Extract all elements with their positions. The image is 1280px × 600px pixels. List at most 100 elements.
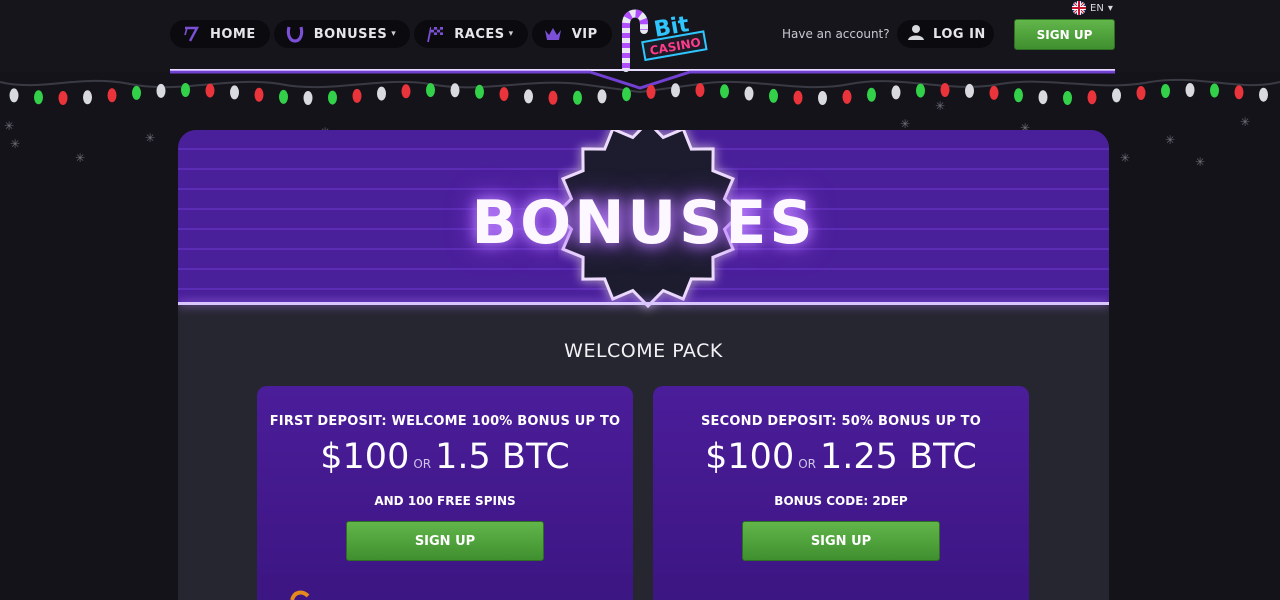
light-bulb bbox=[1185, 83, 1195, 97]
svg-text:✳: ✳ bbox=[1195, 155, 1205, 169]
svg-text:✳: ✳ bbox=[1165, 133, 1175, 147]
card-heading: FIRST DEPOSIT: WELCOME 100% BONUS UP TO bbox=[269, 414, 621, 429]
light-bulb bbox=[426, 83, 435, 98]
card-amount: $100 OR 1.5 BTC bbox=[257, 437, 633, 477]
nav-bonuses-label: BONUSES bbox=[313, 26, 388, 42]
svg-text:✳: ✳ bbox=[1120, 151, 1130, 165]
bonuses-panel: BONUSES WELCOME PACK FIRST DEPOSIT: WELC… bbox=[178, 130, 1109, 600]
light-bulb bbox=[842, 89, 852, 104]
bonus-card-first-deposit: FIRST DEPOSIT: WELCOME 100% BONUS UP TO … bbox=[257, 386, 633, 600]
light-bulb bbox=[940, 83, 950, 97]
nav-home[interactable]: HOME bbox=[170, 20, 270, 48]
nav-races-label: RACES bbox=[454, 26, 505, 42]
amount-crypto: 1.5 BTC bbox=[435, 437, 570, 477]
light-bulb bbox=[83, 90, 92, 105]
language-label: EN bbox=[1090, 2, 1104, 14]
main-nav: HOME BONUSES ▾ RACES ▾ VIP bbox=[170, 20, 612, 48]
chevron-down-icon: ▾ bbox=[508, 29, 514, 39]
nav-races[interactable]: RACES ▾ bbox=[414, 20, 528, 48]
login-label: LOG IN bbox=[933, 26, 986, 42]
amount-fiat: $100 bbox=[705, 437, 795, 477]
light-bulb bbox=[132, 85, 141, 100]
light-bulb bbox=[989, 85, 999, 100]
light-bulb bbox=[230, 85, 239, 100]
light-bulb bbox=[867, 87, 876, 102]
nav-bonuses[interactable]: BONUSES ▾ bbox=[273, 20, 411, 48]
bonus-card-second-deposit: SECOND DEPOSIT: 50% BONUS UP TO $100 OR 1.… bbox=[653, 386, 1029, 600]
uk-flag-icon bbox=[1072, 1, 1086, 15]
amount-crypto: 1.25 BTC bbox=[820, 437, 977, 477]
language-selector[interactable]: EN ▾ bbox=[1072, 1, 1113, 15]
card-signup-button[interactable]: SIGN UP bbox=[346, 521, 544, 561]
light-bulb bbox=[499, 87, 509, 102]
light-bulb bbox=[965, 83, 974, 98]
svg-text:✳: ✳ bbox=[1240, 115, 1250, 129]
amount-or: OR bbox=[798, 457, 817, 471]
card-subtext: BONUS CODE: 2DEP bbox=[774, 494, 908, 508]
light-bulb bbox=[646, 84, 656, 99]
light-bulb bbox=[34, 90, 43, 105]
chevron-down-icon: ▾ bbox=[1107, 2, 1113, 14]
nav-vip[interactable]: VIP bbox=[531, 20, 612, 48]
header-signup-button[interactable]: SIGN UP bbox=[1014, 19, 1115, 50]
light-bulb bbox=[573, 90, 582, 105]
light-bulb bbox=[695, 83, 705, 98]
nav-vip-label: VIP bbox=[571, 26, 598, 42]
candy-decoration bbox=[290, 590, 310, 600]
light-bulb bbox=[671, 83, 680, 98]
light-bulb bbox=[793, 90, 803, 105]
top-bar: HOME BONUSES ▾ RACES ▾ VIP Bit CASINO EN… bbox=[0, 0, 1280, 72]
light-bulb bbox=[352, 88, 362, 103]
light-bulb bbox=[377, 86, 386, 101]
light-bulb bbox=[891, 85, 901, 100]
card-signup-button[interactable]: SIGN UP bbox=[742, 521, 940, 561]
light-bulb bbox=[181, 83, 190, 97]
nav-home-label: HOME bbox=[210, 26, 256, 42]
light-bulb bbox=[450, 83, 460, 98]
card-amount: $100 OR 1.25 BTC bbox=[653, 437, 1029, 477]
light-bulb bbox=[818, 91, 827, 105]
light-bulb bbox=[916, 83, 925, 98]
light-bulb bbox=[1259, 87, 1268, 102]
crown-icon bbox=[542, 24, 564, 44]
light-bulb bbox=[475, 84, 484, 99]
login-button[interactable]: LOG IN bbox=[897, 20, 994, 48]
light-bulb bbox=[401, 84, 411, 99]
svg-text:✳: ✳ bbox=[900, 117, 910, 131]
amount-fiat: $100 bbox=[320, 437, 410, 477]
light-bulb bbox=[156, 83, 166, 98]
light-bulb bbox=[303, 91, 313, 105]
horseshoe-icon bbox=[284, 24, 306, 44]
slot-seven-icon bbox=[180, 24, 202, 44]
light-bulb bbox=[1063, 91, 1072, 105]
light-bulb bbox=[1161, 84, 1170, 98]
light-bulb bbox=[328, 90, 337, 105]
svg-text:✳: ✳ bbox=[935, 99, 945, 113]
have-account-text: Have an account? bbox=[782, 27, 890, 41]
light-bulb bbox=[1014, 88, 1023, 103]
light-bulb bbox=[254, 87, 264, 102]
light-bulb bbox=[279, 89, 288, 104]
bitcasino-logo[interactable]: Bit CASINO bbox=[612, 4, 712, 72]
light-bulb bbox=[1234, 85, 1244, 100]
light-bulb bbox=[205, 83, 215, 98]
svg-text:✳: ✳ bbox=[145, 131, 155, 145]
light-bulb bbox=[524, 89, 533, 104]
svg-text:✳: ✳ bbox=[4, 119, 14, 133]
card-subtext: AND 100 FREE SPINS bbox=[374, 494, 516, 508]
svg-text:✳: ✳ bbox=[75, 151, 85, 165]
svg-text:✳: ✳ bbox=[10, 137, 20, 151]
amount-or: OR bbox=[413, 457, 432, 471]
checkered-flag-icon bbox=[424, 24, 446, 44]
light-bulb bbox=[9, 88, 19, 103]
light-bulb bbox=[769, 88, 778, 103]
light-bulb bbox=[720, 84, 729, 99]
banner-divider bbox=[178, 302, 1109, 305]
light-bulb bbox=[744, 86, 754, 101]
light-bulb bbox=[597, 89, 607, 104]
light-bulb bbox=[622, 87, 631, 102]
light-bulb bbox=[1210, 83, 1219, 98]
light-bulb bbox=[1038, 90, 1048, 105]
welcome-pack-title: WELCOME PACK bbox=[564, 340, 723, 362]
light-bulb bbox=[107, 88, 117, 103]
